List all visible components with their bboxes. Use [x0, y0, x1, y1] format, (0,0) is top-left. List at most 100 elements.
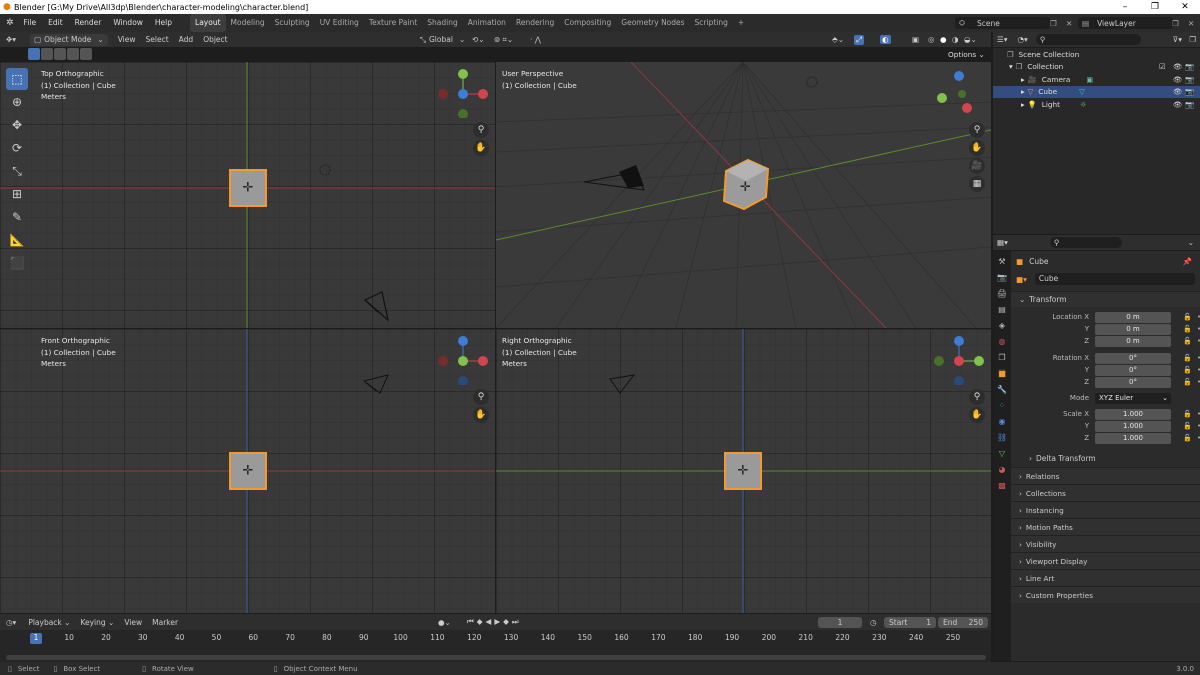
end-frame-field[interactable]: End 250 — [938, 616, 988, 628]
rotation-y-field[interactable]: 0° — [1095, 364, 1171, 376]
render-tab-icon[interactable]: 📷 — [997, 273, 1007, 282]
camera-view-icon[interactable]: 🎥 — [969, 158, 985, 174]
transform-tool-icon[interactable]: ⊞ — [6, 183, 28, 205]
viewport-right[interactable]: Right Orthographic (1) Collection | Cube… — [496, 329, 991, 613]
select-new-icon[interactable] — [28, 48, 40, 60]
tab-sculpting[interactable]: Sculpting — [270, 14, 315, 32]
scale-y-field[interactable]: 1.000 — [1095, 420, 1171, 432]
lock-icon[interactable]: 🔓 — [1183, 422, 1192, 430]
solid-shading-icon[interactable]: ● — [940, 35, 947, 44]
viewport-top[interactable]: Top Orthographic (1) Collection | Cube M… — [0, 62, 495, 328]
pan-hand-icon[interactable]: ✋ — [473, 140, 489, 156]
new-collection-icon[interactable]: ❐ — [1189, 35, 1196, 44]
tab-compositing[interactable]: Compositing — [559, 14, 616, 32]
location-y-field[interactable]: 0 m — [1095, 323, 1171, 335]
editor-type-icon[interactable]: ✥▾ — [0, 35, 20, 44]
panel-visibility[interactable]: › Visibility — [1011, 535, 1200, 552]
panel-relations[interactable]: › Relations — [1011, 467, 1200, 484]
tab-texture-paint[interactable]: Texture Paint — [364, 14, 422, 32]
material-shading-icon[interactable]: ◑ — [952, 35, 959, 44]
panel-custom-properties[interactable]: › Custom Properties — [1011, 586, 1200, 603]
tab-rendering[interactable]: Rendering — [511, 14, 559, 32]
rotation-z-field[interactable]: 0° — [1095, 376, 1171, 388]
jump-end-icon[interactable]: ⏭ — [512, 617, 519, 627]
object-name-field[interactable]: Cube — [1034, 273, 1195, 285]
play-reverse-icon[interactable]: ◀ — [486, 617, 492, 627]
select-box-tool-icon[interactable]: ⬚ — [6, 68, 28, 90]
tab-layout[interactable]: Layout — [190, 14, 226, 32]
frame-ruler[interactable]: 1 10 20 30 40 50 60 70 80 90 100 110 120 130 140 150 160… — [0, 633, 991, 645]
panel-collections[interactable]: › Collections — [1011, 484, 1200, 501]
object-mode-dropdown[interactable]: ▢ Object Mode ⌄ — [30, 33, 108, 46]
properties-editor-icon[interactable]: ▦▾ — [993, 238, 1012, 247]
delta-transform-subpanel[interactable]: › Delta Transform — [1011, 450, 1200, 467]
record-icon[interactable]: ●⌄ — [438, 618, 451, 627]
remove-scene-icon[interactable]: ✕ — [1066, 19, 1072, 28]
location-z-field[interactable]: 0 m — [1095, 335, 1171, 347]
navigation-gizmo[interactable] — [438, 335, 488, 385]
object-type-icon[interactable]: ■▾ — [1016, 275, 1027, 284]
output-tab-icon[interactable]: 🖨 — [997, 289, 1007, 298]
collection-tab-icon[interactable]: ❒ — [998, 353, 1005, 362]
ortho-toggle-icon[interactable]: ▦ — [969, 176, 985, 192]
pin-icon[interactable]: 📌 — [1183, 257, 1192, 266]
lock-icon[interactable]: 🔓 — [1183, 378, 1192, 386]
menu-playback[interactable]: Playback ⌄ — [28, 618, 70, 627]
tab-scripting[interactable]: Scripting — [690, 14, 733, 32]
viewport-perspective[interactable]: User Perspective (1) Collection | Cube ✛… — [496, 62, 991, 328]
camera-render-icon[interactable]: 📷 — [1185, 100, 1194, 109]
menu-view[interactable]: View — [118, 35, 136, 44]
camera-render-icon[interactable]: 📷 — [1185, 75, 1194, 84]
zoom-icon[interactable]: ⚲ — [969, 122, 985, 138]
panel-motion-paths[interactable]: › Motion Paths — [1011, 518, 1200, 535]
tab-uv-editing[interactable]: UV Editing — [315, 14, 364, 32]
display-mode-icon[interactable]: ◔▾ — [1018, 35, 1028, 44]
rotation-x-field[interactable]: 0° — [1095, 352, 1171, 364]
overlay-toggle-icon[interactable]: ◐ — [880, 35, 891, 44]
lock-icon[interactable]: 🔓 — [1183, 366, 1192, 374]
cube-object[interactable]: ✛ — [724, 452, 762, 490]
exclude-checkbox-icon[interactable]: ☑ — [1159, 62, 1166, 71]
world-tab-icon[interactable]: ◍ — [999, 337, 1006, 346]
outliner-search-input[interactable]: ⚲ — [1035, 34, 1141, 45]
prev-keyframe-icon[interactable]: ◆ — [477, 617, 483, 627]
rendered-shading-icon[interactable]: ◒⌄ — [964, 35, 977, 44]
close-button[interactable]: ✕ — [1170, 0, 1200, 14]
cube-object[interactable]: ✛ — [229, 169, 267, 207]
camera-render-icon[interactable]: 📷 — [1185, 87, 1194, 96]
view-layer-tab-icon[interactable]: ▤ — [998, 305, 1006, 314]
play-icon[interactable]: ▶ — [494, 617, 500, 627]
cube-object[interactable]: ✛ — [718, 157, 778, 217]
select-subtract-icon[interactable] — [54, 48, 66, 60]
chevron-down-icon[interactable]: ⌄ — [1188, 238, 1194, 247]
maximize-button[interactable]: ❐ — [1140, 0, 1170, 14]
add-workspace-button[interactable]: + — [733, 14, 749, 32]
select-invert-icon[interactable] — [67, 48, 79, 60]
pan-hand-icon[interactable]: ✋ — [473, 407, 489, 423]
panel-instancing[interactable]: › Instancing — [1011, 501, 1200, 518]
texture-tab-icon[interactable]: ▩ — [998, 481, 1006, 490]
select-intersect-icon[interactable] — [80, 48, 92, 60]
pivot-icon[interactable]: ⟲⌄ — [472, 35, 485, 44]
menu-help[interactable]: Help — [149, 14, 178, 32]
eye-icon[interactable]: 👁 — [1173, 75, 1182, 84]
navigation-gizmo[interactable] — [934, 335, 984, 385]
zoom-icon[interactable]: ⚲ — [473, 122, 489, 138]
xray-icon[interactable]: ▣ — [912, 35, 919, 44]
expand-arrow-icon[interactable]: ▸ — [1021, 75, 1025, 84]
menu-render[interactable]: Render — [69, 14, 108, 32]
data-tab-icon[interactable]: ▽ — [999, 449, 1005, 458]
expand-arrow-icon[interactable]: ▸ — [1021, 100, 1025, 109]
zoom-icon[interactable]: ⚲ — [473, 389, 489, 405]
outliner-item-camera[interactable]: ▸ 🎥 Camera ▣ 👁 📷 — [993, 73, 1200, 86]
proportional-edit-icon[interactable]: · ⋀ — [530, 35, 541, 44]
object-tab-icon[interactable]: ■ — [998, 369, 1006, 378]
lock-icon[interactable]: 🔓 — [1183, 313, 1192, 321]
cube-object[interactable]: ✛ — [229, 452, 267, 490]
tool-tab-icon[interactable]: ⚒ — [998, 257, 1005, 266]
scale-x-field[interactable]: 1.000 — [1095, 408, 1171, 420]
remove-viewlayer-icon[interactable]: ✕ — [1188, 19, 1194, 28]
tab-modeling[interactable]: Modeling — [226, 14, 270, 32]
new-scene-icon[interactable]: ❐ — [1050, 19, 1057, 28]
constraints-tab-icon[interactable]: ⛓ — [997, 433, 1007, 442]
